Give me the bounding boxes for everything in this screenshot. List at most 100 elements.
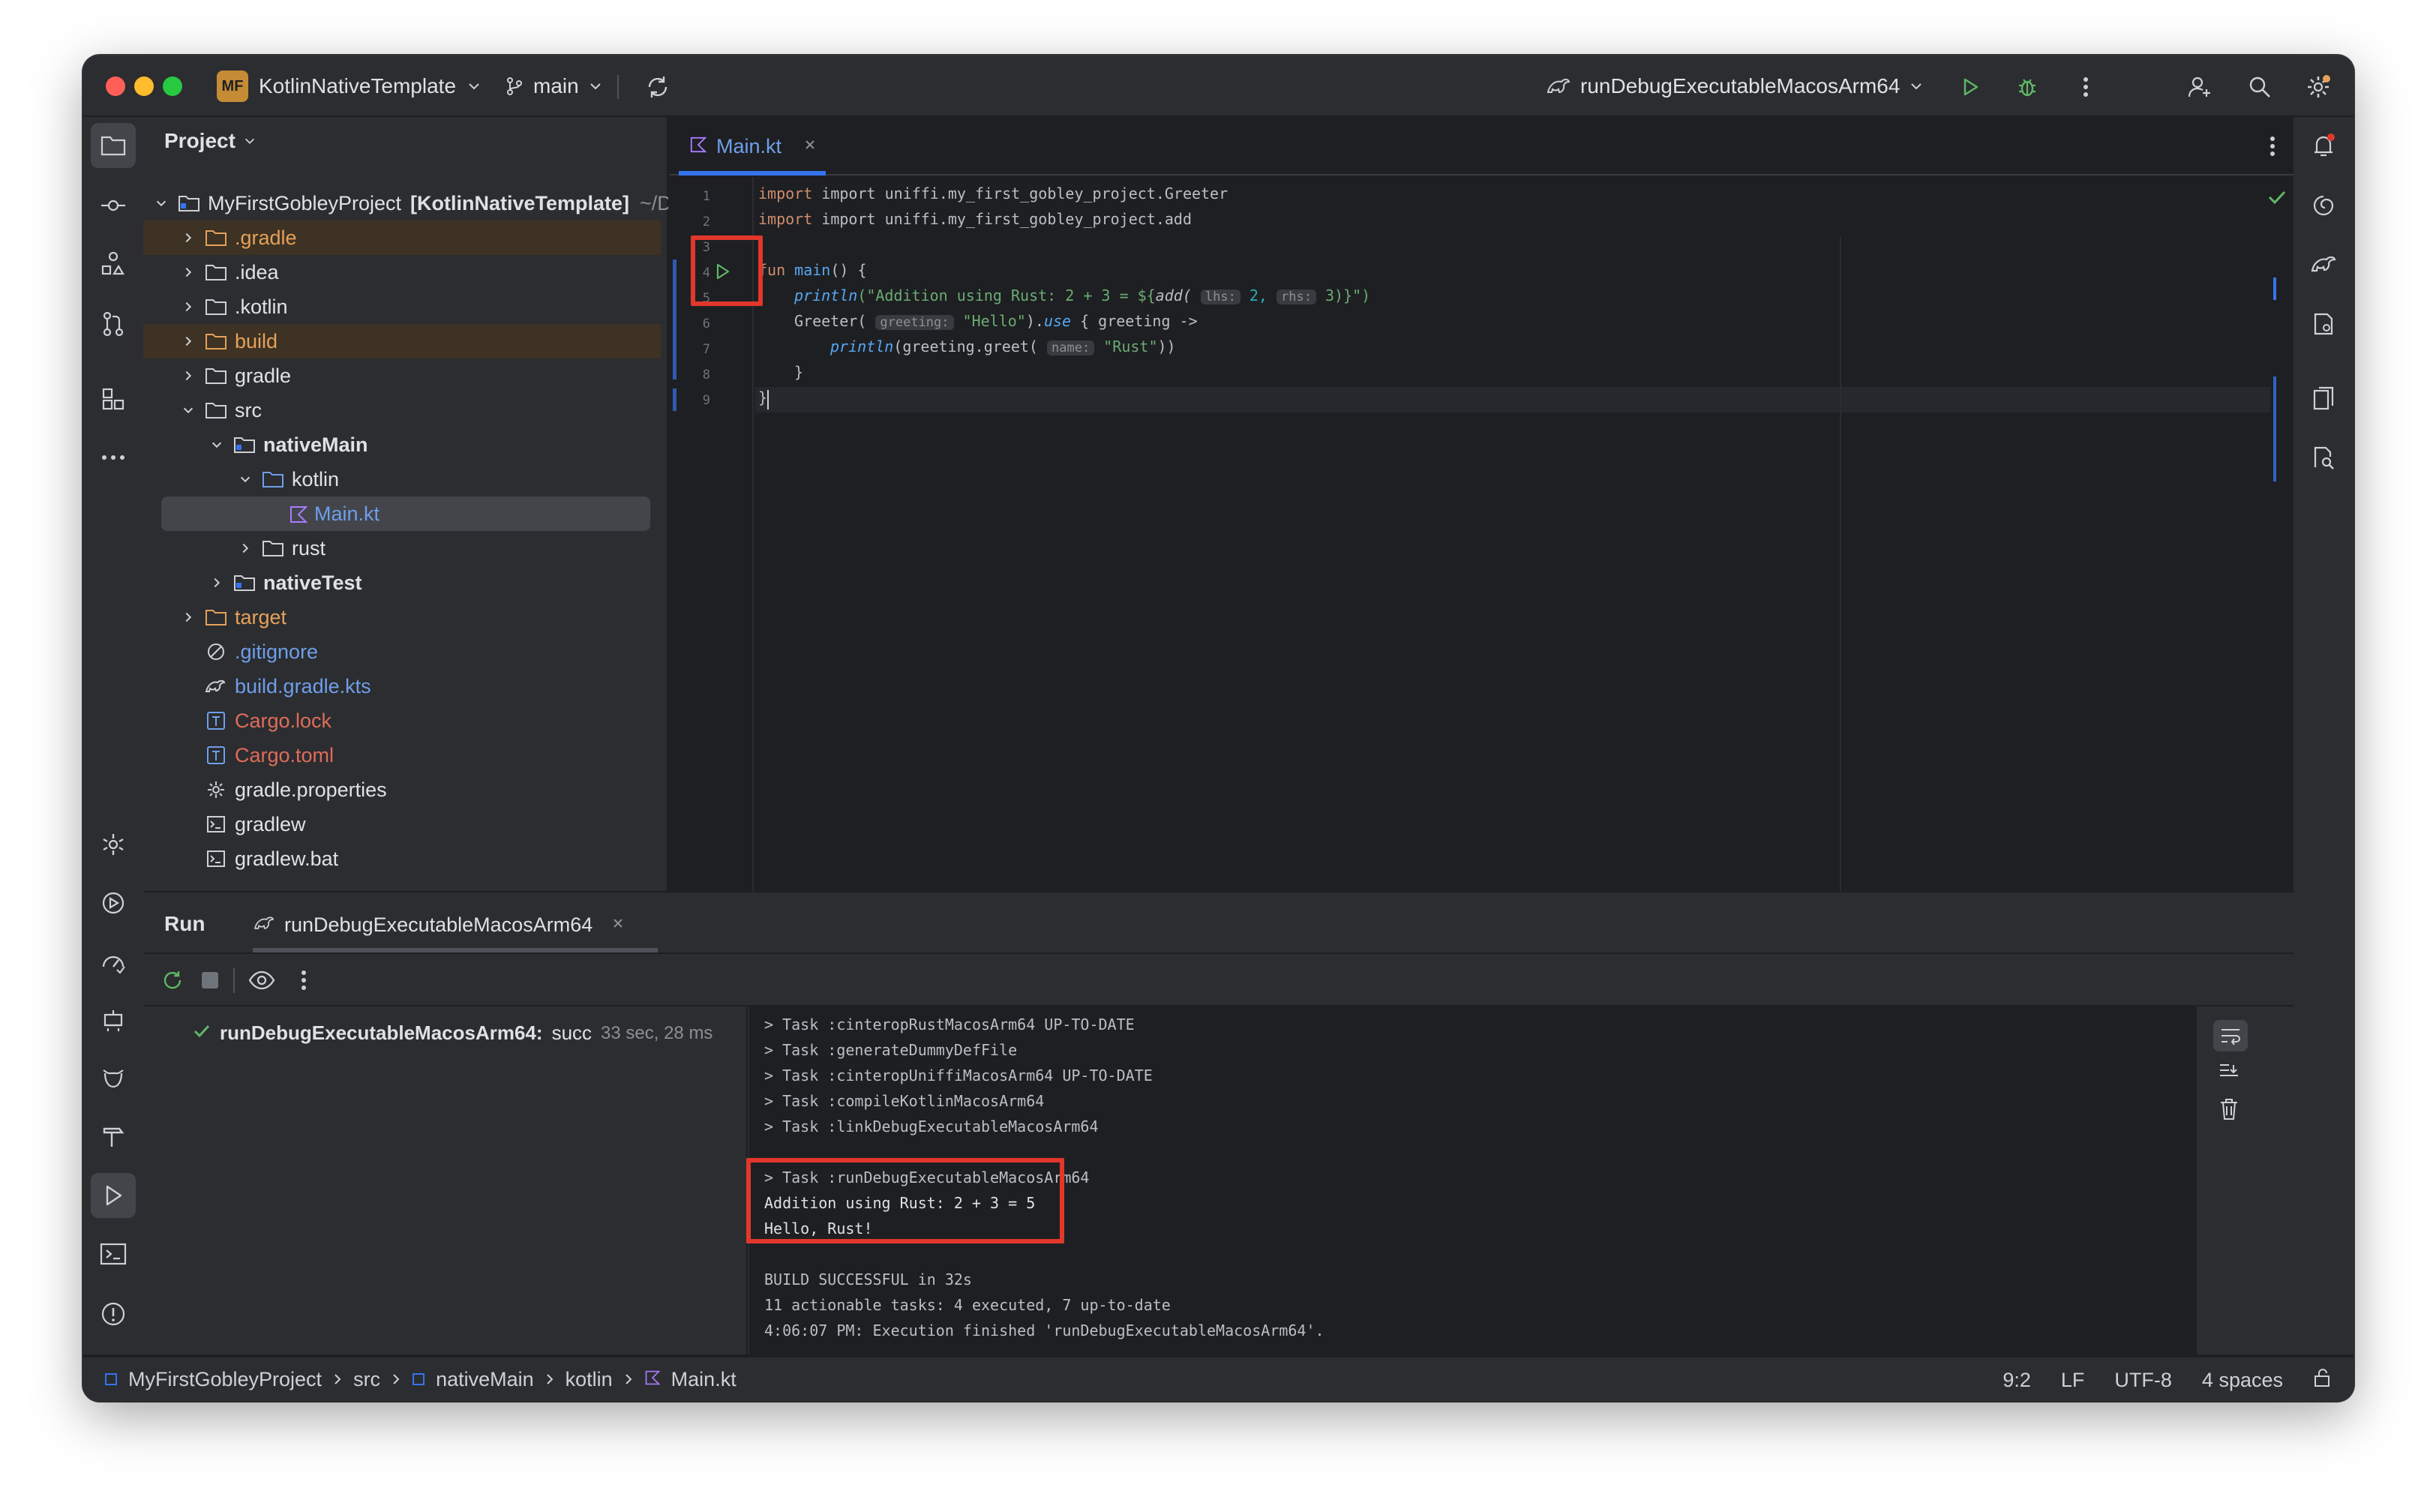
run-tab[interactable]: runDebugExecutableMacosArm64 bbox=[241, 898, 658, 951]
more-vertical-icon[interactable] bbox=[301, 969, 307, 995]
services-tool-button[interactable] bbox=[91, 880, 136, 926]
tree-item-target[interactable]: target bbox=[143, 600, 661, 634]
debug-tool-button[interactable] bbox=[91, 1056, 136, 1101]
tree-item-build[interactable]: build bbox=[143, 324, 661, 358]
build-tool-button[interactable] bbox=[91, 1114, 136, 1160]
commit-tool-button[interactable] bbox=[91, 183, 136, 228]
caret-position[interactable]: 9:2 bbox=[2002, 1369, 2031, 1392]
console-output[interactable]: > Task :cinteropRustMacosArm64 UP-TO-DAT… bbox=[749, 1006, 2197, 1356]
project-switcher[interactable]: MF KotlinNativeTemplate bbox=[217, 70, 482, 102]
notifications-button[interactable] bbox=[2301, 123, 2346, 168]
chevron-right-icon bbox=[179, 263, 197, 281]
plugins-tool-button[interactable] bbox=[91, 376, 136, 422]
terminal-icon bbox=[100, 1243, 127, 1265]
tab-main-kt[interactable]: Main.kt bbox=[679, 117, 826, 176]
tree-item-src[interactable]: src bbox=[143, 393, 661, 428]
close-window-button[interactable] bbox=[106, 76, 125, 96]
more-vertical-icon[interactable] bbox=[2270, 135, 2276, 161]
code-line-1: import import uniffi.my_first_gobley_pro… bbox=[758, 184, 1228, 202]
profiler-tool-button[interactable] bbox=[91, 939, 136, 984]
tree-item-gradle-properties[interactable]: gradle.properties bbox=[143, 772, 661, 807]
more-tools-button[interactable] bbox=[91, 435, 136, 480]
tree-item-label: build.gradle.kts bbox=[235, 674, 371, 698]
tree-item-cargo-toml[interactable]: Cargo.toml bbox=[143, 738, 661, 772]
bug-icon bbox=[103, 1070, 124, 1088]
tree-item-main-kt[interactable]: Main.kt bbox=[161, 496, 650, 531]
file-encoding[interactable]: UTF-8 bbox=[2114, 1369, 2172, 1392]
settings-gear-icon[interactable] bbox=[2302, 70, 2335, 104]
search-everywhere-tool-button[interactable] bbox=[2301, 435, 2346, 480]
trash-icon[interactable] bbox=[2219, 1098, 2239, 1124]
tree-item-label: kotlin bbox=[292, 467, 340, 490]
vcs-branch-widget[interactable]: main bbox=[505, 70, 603, 102]
stop-icon[interactable] bbox=[202, 972, 218, 988]
tree-item-gradlew[interactable]: gradlew bbox=[143, 807, 661, 842]
shell-script-icon bbox=[206, 814, 226, 839]
structure-tool-button[interactable] bbox=[91, 242, 136, 286]
breadcrumb-item[interactable]: kotlin bbox=[566, 1368, 613, 1391]
tree-item-kotlin-src[interactable]: kotlin bbox=[143, 462, 661, 496]
project-panel-title: Project bbox=[164, 129, 236, 152]
search-icon[interactable] bbox=[2243, 70, 2276, 104]
folder-icon bbox=[262, 538, 284, 563]
copy-tool-button[interactable] bbox=[2301, 376, 2346, 422]
eye-icon[interactable] bbox=[248, 969, 275, 995]
pull-requests-tool-button[interactable] bbox=[91, 302, 136, 346]
lock-icon[interactable] bbox=[2313, 1368, 2331, 1393]
run-icon[interactable] bbox=[1954, 70, 1987, 104]
soft-wrap-icon[interactable] bbox=[2213, 1020, 2248, 1052]
dependencies-tool-button[interactable] bbox=[91, 998, 136, 1042]
tree-item-gradle-dir[interactable]: .gradle bbox=[143, 220, 661, 255]
folder-icon bbox=[205, 366, 227, 391]
tree-item-label: gradlew.bat bbox=[235, 847, 339, 870]
breadcrumb-item[interactable]: Main.kt bbox=[671, 1368, 736, 1391]
sync-icon[interactable] bbox=[641, 70, 674, 104]
terminal-tool-button[interactable] bbox=[91, 1232, 136, 1276]
ai-assistant-button[interactable] bbox=[2301, 183, 2346, 228]
database-tool-button[interactable] bbox=[2301, 302, 2346, 346]
run-gutter-icon[interactable] bbox=[715, 262, 731, 284]
tree-item-gradlew-bat[interactable]: gradlew.bat bbox=[143, 842, 661, 876]
console-line: Addition using Rust: 2 + 3 = 5 bbox=[764, 1194, 1036, 1212]
run-tool-button[interactable] bbox=[91, 1173, 136, 1218]
project-tool-button[interactable] bbox=[91, 123, 136, 168]
tree-item-rust[interactable]: rust bbox=[143, 531, 661, 566]
breadcrumb-item[interactable]: nativeMain bbox=[436, 1368, 534, 1391]
tree-item-nativemain[interactable]: nativeMain bbox=[143, 428, 661, 462]
breadcrumb-item[interactable]: MyFirstGobleyProject bbox=[128, 1368, 322, 1391]
breadcrumb-item[interactable]: src bbox=[353, 1368, 380, 1391]
tree-item-gradle[interactable]: gradle bbox=[143, 358, 661, 393]
branch-name: main bbox=[533, 74, 579, 98]
tree-item-cargo-lock[interactable]: Cargo.lock bbox=[143, 704, 661, 738]
line-separator[interactable]: LF bbox=[2061, 1369, 2085, 1392]
tree-item-nativetest[interactable]: nativeTest bbox=[143, 566, 661, 600]
rerun-icon[interactable] bbox=[161, 969, 184, 995]
debug-icon[interactable] bbox=[2011, 70, 2044, 104]
zoom-window-button[interactable] bbox=[163, 76, 182, 96]
tree-item-idea[interactable]: .idea bbox=[143, 255, 661, 290]
problems-tool-button[interactable] bbox=[91, 1292, 136, 1336]
minimize-window-button[interactable] bbox=[134, 76, 154, 96]
project-view-selector[interactable]: Project bbox=[164, 129, 256, 153]
code-content[interactable]: import import uniffi.my_first_gobley_pro… bbox=[755, 177, 2255, 852]
run-config-selector[interactable]: runDebugExecutableMacosArm64 bbox=[1546, 70, 1924, 102]
tree-item-build-gradle-kts[interactable]: build.gradle.kts bbox=[143, 669, 661, 704]
indent-setting[interactable]: 4 spaces bbox=[2202, 1369, 2283, 1392]
warning-circle-icon bbox=[101, 1302, 125, 1326]
folder-icon bbox=[205, 332, 227, 356]
more-vertical-icon[interactable] bbox=[2069, 70, 2102, 104]
tree-item-gitignore[interactable]: .gitignore bbox=[143, 634, 661, 669]
line-number: 1 bbox=[702, 189, 710, 204]
close-tab-icon[interactable] bbox=[804, 139, 816, 154]
scroll-to-end-icon[interactable] bbox=[2218, 1062, 2240, 1085]
kotlin-build-tool-button[interactable] bbox=[91, 822, 136, 867]
tree-root[interactable]: MyFirstGobleyProject [KotlinNativeTempla… bbox=[143, 186, 668, 220]
root-path: ~/D bbox=[640, 191, 668, 214]
editor-scrollbar[interactable] bbox=[2273, 376, 2276, 482]
gradle-tool-button[interactable] bbox=[2301, 242, 2346, 286]
add-user-icon[interactable] bbox=[2183, 70, 2216, 104]
run-result-row[interactable]: runDebugExecutableMacosArm64: succ 33 se… bbox=[193, 1022, 712, 1045]
tree-item-kotlin-dir[interactable]: .kotlin bbox=[143, 290, 661, 324]
close-tab-icon[interactable] bbox=[612, 917, 624, 933]
inspection-ok-icon[interactable] bbox=[2267, 189, 2287, 209]
